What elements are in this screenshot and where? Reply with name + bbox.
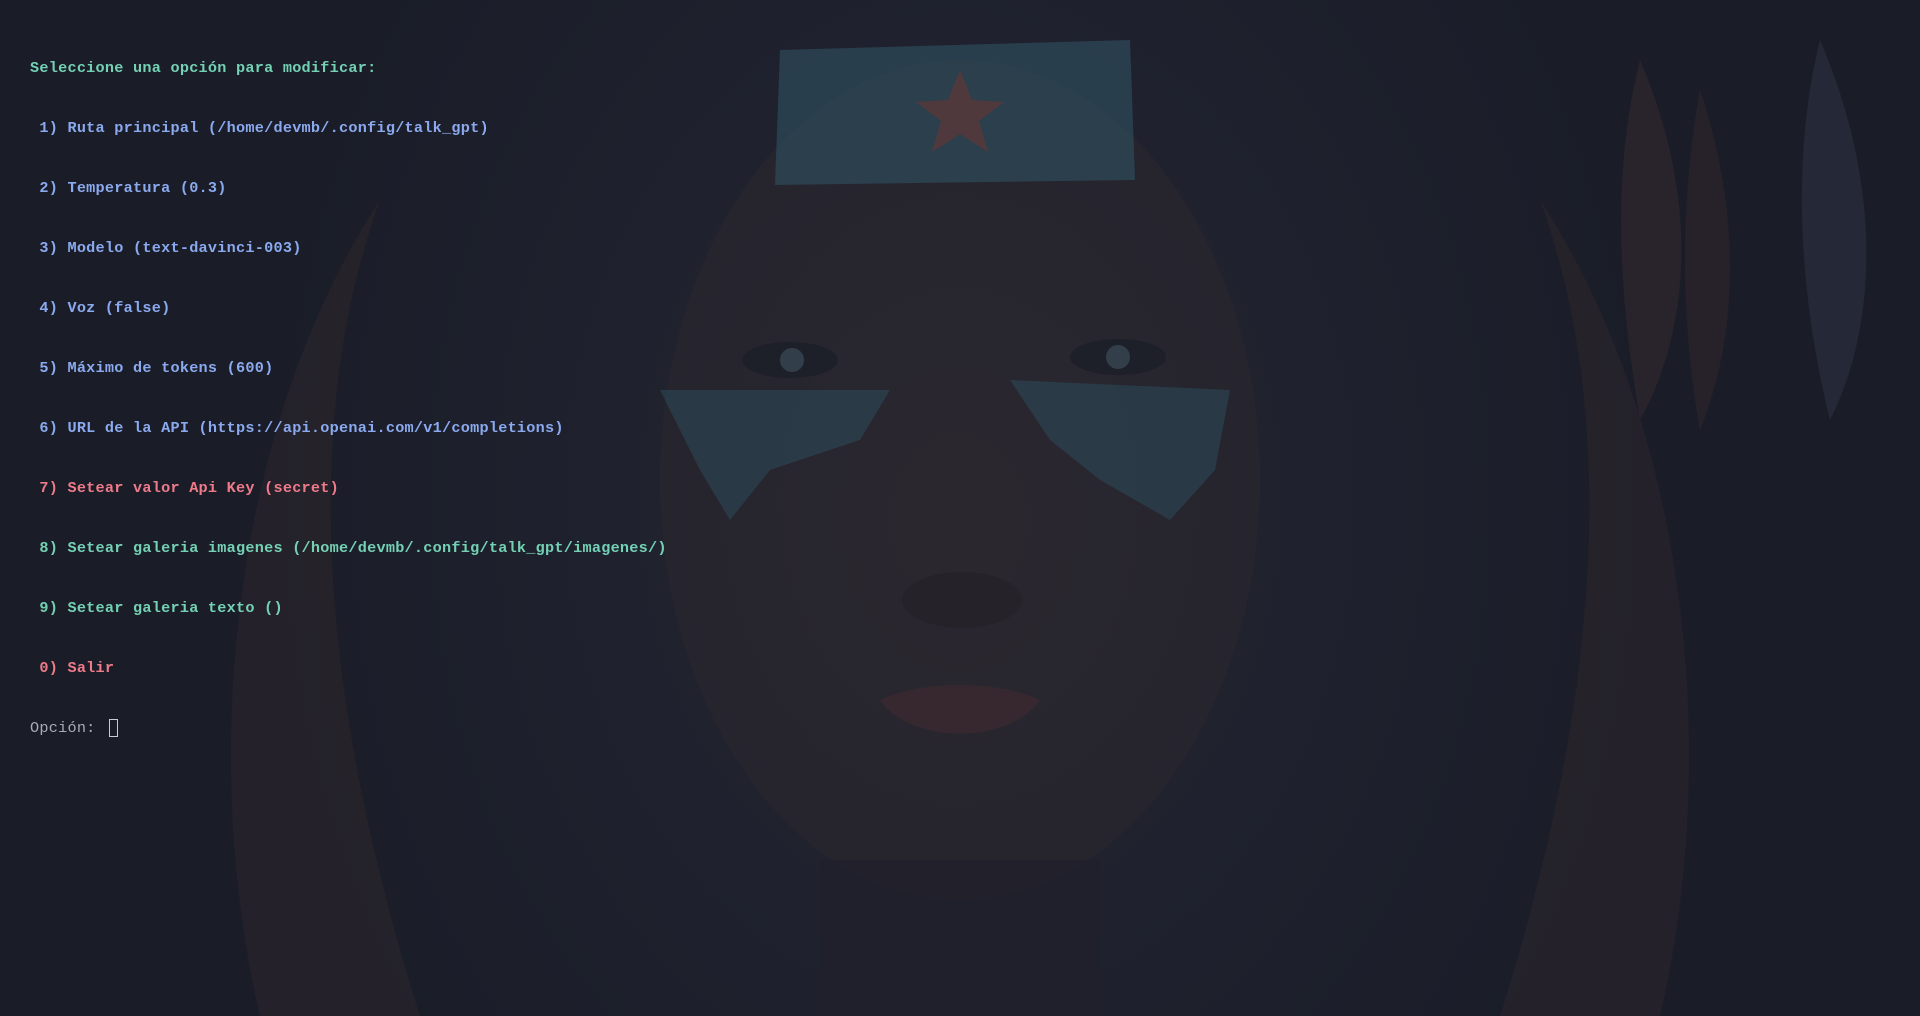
menu-option-0: 0) Salir xyxy=(30,659,115,677)
menu-header: Seleccione una opción para modificar: xyxy=(30,59,377,77)
menu-option-6: 6) URL de la API (https://api.openai.com… xyxy=(30,419,564,437)
menu-option-7: 7) Setear valor Api Key (secret) xyxy=(30,479,340,497)
menu-option-2: 2) Temperatura (0.3) xyxy=(30,179,227,197)
menu-option-4: 4) Voz (false) xyxy=(30,299,171,317)
text-cursor xyxy=(108,719,118,737)
menu-option-8: 8) Setear galeria imagenes (/home/devmb/… xyxy=(30,539,667,557)
terminal-output: Seleccione una opción para modificar: 1)… xyxy=(30,18,667,778)
input-prompt-line[interactable]: Opción: xyxy=(30,718,667,738)
input-prompt-label: Opción: xyxy=(30,719,96,737)
terminal-window[interactable]: Seleccione una opción para modificar: 1)… xyxy=(0,0,1920,1016)
menu-option-5: 5) Máximo de tokens (600) xyxy=(30,359,274,377)
menu-option-9: 9) Setear galeria texto () xyxy=(30,599,283,617)
menu-option-1: 1) Ruta principal (/home/devmb/.config/t… xyxy=(30,119,489,137)
menu-option-3: 3) Modelo (text-davinci-003) xyxy=(30,239,302,257)
